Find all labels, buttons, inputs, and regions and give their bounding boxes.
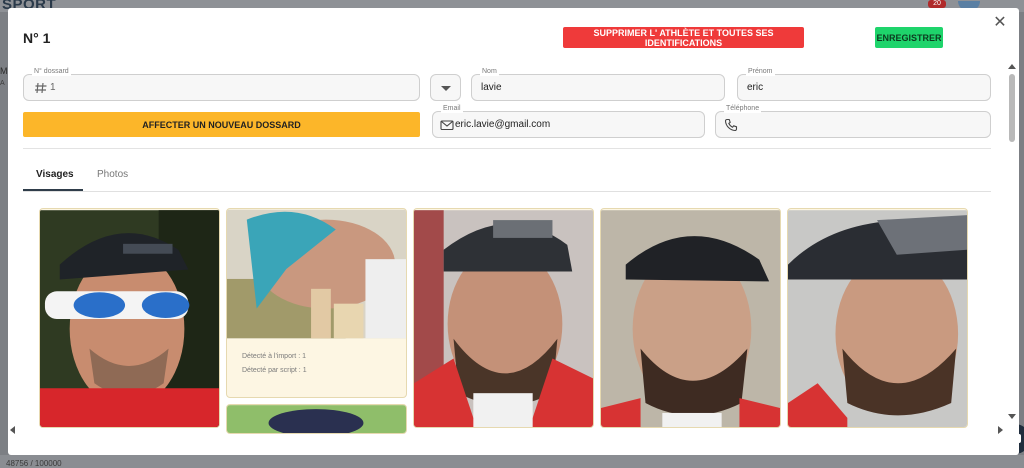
nom-label: Nom: [480, 67, 499, 76]
delete-athlete-button[interactable]: SUPPRIMER L' ATHLÈTE ET TOUTES SES IDENT…: [563, 27, 804, 48]
scroll-right-icon[interactable]: [998, 426, 1003, 434]
tab-photos[interactable]: Photos: [97, 169, 128, 180]
section-divider: [23, 148, 991, 149]
hash-icon: [35, 82, 47, 94]
background-footer: [0, 455, 1024, 468]
prenom-input[interactable]: eric: [747, 82, 763, 93]
nom-input[interactable]: lavie: [481, 82, 502, 93]
scroll-up-icon[interactable]: [1008, 64, 1016, 69]
scroll-down-icon[interactable]: [1008, 414, 1016, 419]
detected-script-text: Détecté par script : 1: [242, 367, 307, 374]
face-photo: [601, 210, 780, 427]
tab-visages[interactable]: Visages: [36, 169, 74, 180]
email-input[interactable]: eric.lavie@gmail.com: [455, 119, 550, 130]
horizontal-scrollbar[interactable]: [8, 424, 1008, 434]
assign-new-dossard-button[interactable]: AFFECTER UN NOUVEAU DOSSARD: [23, 112, 420, 137]
phone-icon: [724, 118, 738, 132]
telephone-label: Téléphone: [724, 104, 762, 113]
scrollbar-thumb[interactable]: [1009, 74, 1015, 142]
athlete-modal: N° 1 SUPPRIMER L' ATHLÈTE ET TOUTES SES …: [8, 8, 1019, 455]
prenom-field[interactable]: Prénom eric: [737, 67, 991, 101]
mail-icon: [440, 120, 454, 131]
notification-badge: 20: [928, 0, 946, 8]
vertical-scrollbar[interactable]: [1008, 64, 1017, 424]
face-photo: [40, 210, 219, 427]
face-card[interactable]: Détecté à l'import : 1 Détecté par scrip…: [226, 208, 407, 398]
email-field[interactable]: Email eric.lavie@gmail.com: [432, 104, 705, 138]
save-button[interactable]: ENREGISTRER: [875, 27, 943, 48]
nom-field[interactable]: Nom lavie: [471, 67, 725, 101]
dossard-label: N° dossard: [32, 67, 71, 76]
dossard-dropdown[interactable]: [430, 74, 461, 101]
tabs-divider: [23, 191, 991, 192]
face-card[interactable]: [600, 208, 781, 428]
face-card[interactable]: [413, 208, 594, 428]
telephone-field[interactable]: Téléphone: [715, 104, 991, 138]
scroll-left-icon[interactable]: [10, 426, 15, 434]
photo-count: 48756 / 100000: [6, 459, 62, 468]
background-label: M: [0, 66, 8, 76]
face-card[interactable]: [39, 208, 220, 428]
face-photo: [414, 210, 593, 427]
chevron-down-icon: [441, 86, 451, 91]
active-tab-indicator: [23, 189, 83, 191]
close-icon[interactable]: ✕: [992, 15, 1008, 31]
dossard-field[interactable]: N° dossard 1: [23, 67, 420, 101]
modal-title: N° 1: [23, 30, 51, 46]
prenom-label: Prénom: [746, 67, 775, 76]
background-sublabel: A: [0, 80, 5, 87]
email-label: Email: [441, 104, 463, 113]
detected-import-text: Détecté à l'import : 1: [242, 353, 306, 360]
face-photo: [227, 209, 406, 339]
dossard-input[interactable]: 1: [50, 82, 56, 93]
face-card[interactable]: [787, 208, 968, 428]
face-photo: [788, 210, 967, 427]
